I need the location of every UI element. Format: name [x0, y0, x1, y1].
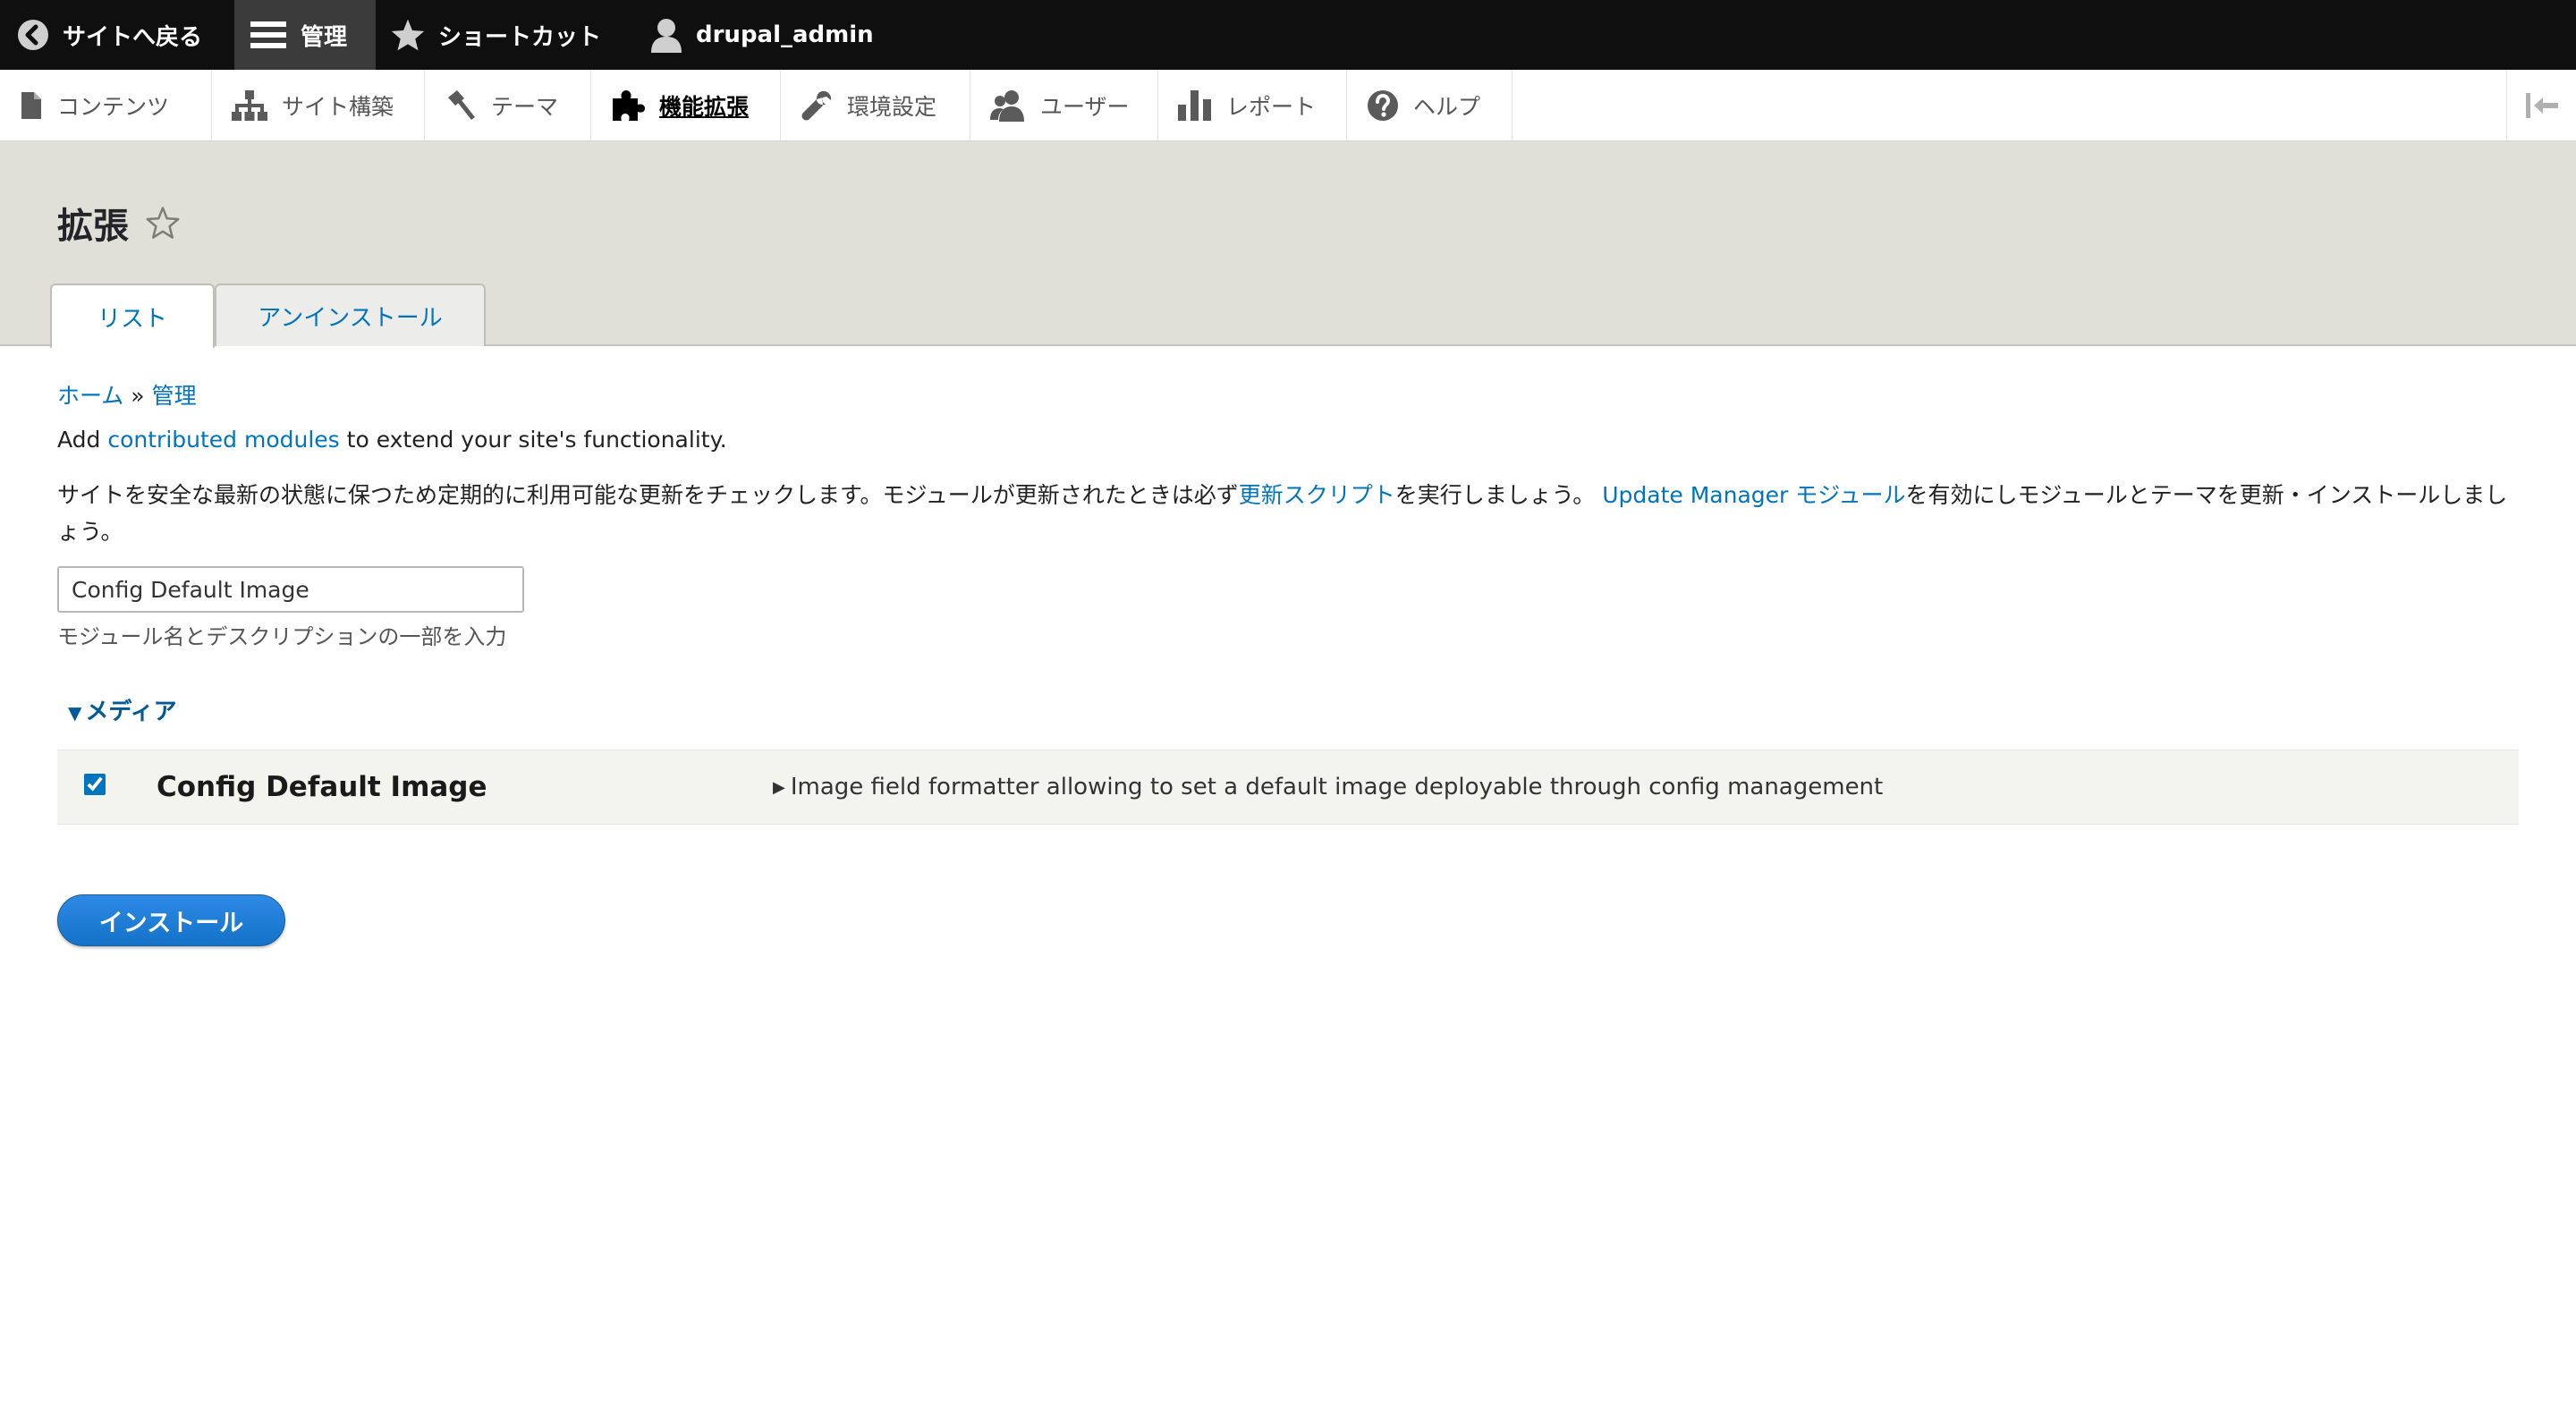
user-icon [651, 19, 682, 53]
menu-item-content[interactable]: コンテンツ [0, 70, 212, 140]
file-icon [21, 91, 41, 119]
intro-prefix: Add [57, 427, 108, 453]
shortcuts-label: ショートカット [438, 23, 602, 51]
puzzle-icon [613, 89, 645, 121]
manage-label: 管理 [301, 23, 348, 51]
intro-text: Add contributed modules to extend your s… [57, 427, 727, 453]
menu-item-label: レポート [1226, 93, 1317, 120]
menu-item-label: コンテンツ [57, 93, 170, 120]
star-icon [391, 19, 425, 51]
notice-text-1: サイトを安全な最新の状態に保つため定期的に利用可能な更新をチェックします。モジュ… [57, 482, 1239, 508]
install-button[interactable]: インストール [57, 894, 285, 946]
admin-menu-tray: コンテンツ サイト構築 テーマ 機能拡張 環境設定 ユーザー レポート ヘルプ [0, 70, 2576, 141]
menu-item-people[interactable]: ユーザー [970, 70, 1158, 140]
menu-item-reports[interactable]: レポート [1158, 70, 1347, 140]
breadcrumb: ホーム » 管理 [57, 378, 197, 411]
page-header: 拡張 リスト アンインストール [0, 141, 2576, 348]
bar-chart-icon [1178, 89, 1211, 121]
module-description: Image field formatter allowing to set a … [790, 774, 1884, 800]
sitemap-icon [232, 89, 267, 121]
module-description-toggle[interactable]: ▶ Image field formatter allowing to set a… [773, 774, 1883, 800]
module-row: Config Default Image ▶ Image field format… [57, 750, 2519, 825]
module-enable-checkbox[interactable] [84, 774, 106, 795]
package-group-label: メディア [85, 699, 177, 725]
update-notice: サイトを安全な最新の状態に保つため定期的に利用可能な更新をチェックします。モジュ… [57, 477, 2519, 550]
update-manager-link[interactable]: Update Manager モジュール [1602, 482, 1905, 508]
wrench-icon [801, 90, 832, 120]
user-tab[interactable]: drupal_admin [649, 0, 874, 70]
intro-suffix: to extend your site's functionality. [339, 427, 727, 453]
update-script-link[interactable]: 更新スクリプト [1239, 482, 1395, 508]
back-to-site-label: サイトへ戻る [63, 23, 203, 51]
breadcrumb-home-link[interactable]: ホーム [57, 383, 123, 409]
expand-triangle-icon: ▼ [68, 702, 82, 724]
tray-orientation-toggle[interactable] [2506, 70, 2576, 140]
back-to-site-link[interactable]: サイトへ戻る [16, 0, 202, 70]
people-icon [990, 89, 1024, 122]
filter-help-text: モジュール名とデスクリプションの一部を入力 [57, 624, 507, 649]
menu-item-configuration[interactable]: 環境設定 [781, 70, 970, 140]
breadcrumb-separator: » [131, 383, 145, 409]
notice-text-2: を実行しましょう。 [1394, 482, 1603, 508]
menu-item-appearance[interactable]: テーマ [425, 70, 591, 140]
back-arrow-icon [18, 20, 48, 50]
menu-item-label: テーマ [491, 93, 559, 120]
menu-item-label: 環境設定 [847, 93, 937, 120]
module-name[interactable]: Config Default Image [157, 771, 487, 803]
details-triangle-icon: ▶ [773, 778, 785, 797]
breadcrumb-admin-link[interactable]: 管理 [152, 383, 197, 409]
page-title: 拡張 [57, 197, 181, 249]
collapse-left-icon [2525, 92, 2558, 118]
menu-item-extend[interactable]: 機能拡張 [591, 70, 781, 140]
tab-list[interactable]: リスト [50, 284, 215, 348]
primary-tabs: リスト アンインストール [50, 284, 486, 348]
page-title-text: 拡張 [57, 206, 129, 247]
add-shortcut-star-icon[interactable] [145, 206, 181, 240]
help-icon [1368, 89, 1398, 121]
shortcuts-tab[interactable]: ショートカット [390, 0, 601, 70]
menu-item-label: 機能拡張 [659, 93, 750, 120]
paintbrush-icon [448, 89, 475, 120]
menu-item-structure[interactable]: サイト構築 [212, 70, 425, 140]
user-label: drupal_admin [696, 21, 874, 48]
contributed-modules-link[interactable]: contributed modules [107, 427, 339, 453]
tab-uninstall[interactable]: アンインストール [215, 284, 486, 346]
menu-item-label: サイト構築 [282, 93, 394, 120]
menu-item-help[interactable]: ヘルプ [1347, 70, 1513, 140]
menu-item-label: ヘルプ [1413, 93, 1481, 120]
package-group-toggle[interactable]: ▼ メディア [68, 693, 177, 726]
hamburger-icon [250, 21, 286, 48]
menu-item-label: ユーザー [1040, 93, 1130, 120]
admin-toolbar: サイトへ戻る 管理 ショートカット drupal_admin [0, 0, 2576, 70]
module-filter-input[interactable] [57, 566, 524, 613]
manage-tab[interactable]: 管理 [234, 0, 376, 70]
